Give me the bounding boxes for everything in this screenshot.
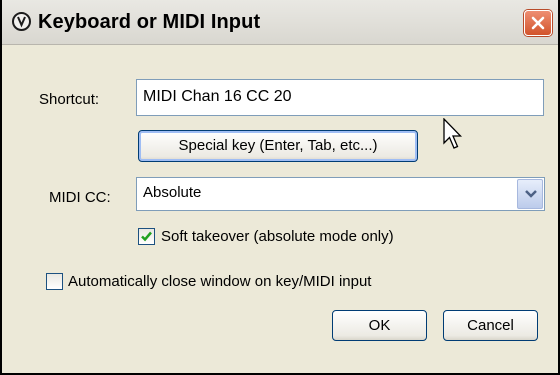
chevron-down-icon: [525, 190, 537, 198]
dialog-window: Keyboard or MIDI Input Shortcut: MIDI Ch…: [0, 0, 560, 375]
shortcut-input[interactable]: MIDI Chan 16 CC 20: [136, 79, 544, 116]
close-icon: [531, 16, 545, 30]
reaper-app-icon: [12, 12, 31, 31]
soft-takeover-checkbox[interactable]: [138, 228, 155, 245]
auto-close-label[interactable]: Automatically close window on key/MIDI i…: [68, 273, 371, 290]
check-icon: [141, 231, 152, 242]
ok-button[interactable]: OK: [332, 310, 427, 341]
midi-cc-label: MIDI CC:: [49, 189, 111, 206]
special-key-button[interactable]: Special key (Enter, Tab, etc...): [138, 130, 418, 162]
auto-close-checkbox[interactable]: [46, 273, 63, 290]
shortcut-value: MIDI Chan 16 CC 20: [143, 88, 292, 105]
mouse-cursor-icon: [443, 118, 463, 149]
midi-cc-select[interactable]: Absolute: [136, 177, 545, 211]
midi-cc-value: Absolute: [143, 184, 202, 201]
soft-takeover-label[interactable]: Soft takeover (absolute mode only): [161, 228, 394, 245]
dropdown-button[interactable]: [517, 179, 543, 209]
dialog-title: Keyboard or MIDI Input: [38, 11, 261, 33]
shortcut-label: Shortcut:: [39, 91, 100, 108]
dialog-content: Shortcut: MIDI Chan 16 CC 20 Special key…: [2, 45, 558, 373]
title-bar[interactable]: Keyboard or MIDI Input: [2, 0, 558, 45]
close-button[interactable]: [524, 10, 552, 36]
cancel-button[interactable]: Cancel: [443, 310, 538, 341]
